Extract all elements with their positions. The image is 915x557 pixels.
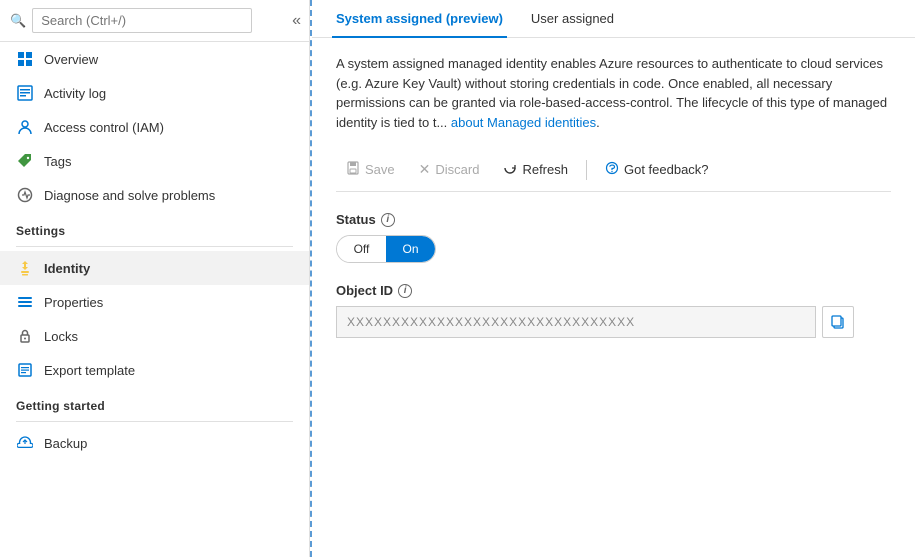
nav-identity[interactable]: Identity [0, 251, 309, 285]
description-text: A system assigned managed identity enabl… [336, 54, 891, 132]
object-id-field-section: Object ID i [336, 283, 891, 338]
nav-locks-label: Locks [44, 329, 78, 344]
nav-overview[interactable]: Overview [0, 42, 309, 76]
diagnose-icon [16, 186, 34, 204]
nav-access-control-label: Access control (IAM) [44, 120, 164, 135]
access-control-icon [16, 118, 34, 136]
nav-export-template[interactable]: Export template [0, 353, 309, 387]
toggle-on-option[interactable]: On [386, 236, 435, 262]
locks-icon [16, 327, 34, 345]
search-input[interactable] [32, 8, 252, 33]
tab-user-assigned[interactable]: User assigned [527, 1, 618, 38]
search-icon: 🔍 [10, 13, 26, 29]
nav-activity-log-label: Activity log [44, 86, 106, 101]
discard-button[interactable]: ✕ Discard [409, 156, 490, 183]
nav-properties-label: Properties [44, 295, 103, 310]
nav-identity-label: Identity [44, 261, 90, 276]
toggle-off-option[interactable]: Off [337, 236, 386, 262]
content-area: A system assigned managed identity enabl… [312, 38, 915, 557]
managed-identities-link[interactable]: about Managed identities [451, 115, 596, 130]
getting-started-divider [16, 421, 293, 422]
status-label: Status i [336, 212, 891, 227]
object-id-input[interactable] [336, 306, 816, 338]
toolbar-divider [586, 160, 587, 180]
sidebar: 🔍 « Overview Activity log Access control… [0, 0, 310, 557]
discard-label: Discard [435, 162, 479, 177]
refresh-button[interactable]: Refresh [493, 156, 578, 183]
refresh-label: Refresh [522, 162, 568, 177]
feedback-label: Got feedback? [624, 162, 709, 177]
properties-icon [16, 293, 34, 311]
nav-backup-label: Backup [44, 436, 87, 451]
nav-diagnose[interactable]: Diagnose and solve problems [0, 178, 309, 212]
nav-backup[interactable]: Backup [0, 426, 309, 460]
main-content: System assigned (preview) User assigned … [310, 0, 915, 557]
nav-locks[interactable]: Locks [0, 319, 309, 353]
save-label: Save [365, 162, 395, 177]
settings-divider [16, 246, 293, 247]
nav-overview-label: Overview [44, 52, 98, 67]
refresh-icon [503, 161, 517, 178]
tags-icon [16, 152, 34, 170]
tab-system-assigned[interactable]: System assigned (preview) [332, 1, 507, 38]
nav-tags-label: Tags [44, 154, 71, 169]
nav-export-template-label: Export template [44, 363, 135, 378]
settings-section-header: Settings [0, 212, 309, 242]
status-field-section: Status i Off On [336, 212, 891, 263]
status-toggle[interactable]: Off On [336, 235, 436, 263]
feedback-button[interactable]: Got feedback? [595, 156, 719, 183]
discard-icon: ✕ [419, 161, 431, 178]
activity-log-icon [16, 84, 34, 102]
search-box: 🔍 [0, 0, 309, 42]
getting-started-section-header: Getting started [0, 387, 309, 417]
nav-tags[interactable]: Tags [0, 144, 309, 178]
identity-icon [16, 259, 34, 277]
nav-activity-log[interactable]: Activity log [0, 76, 309, 110]
copy-object-id-button[interactable] [822, 306, 854, 338]
copy-icon [830, 314, 846, 330]
status-info-icon[interactable]: i [381, 213, 395, 227]
overview-icon [16, 50, 34, 68]
export-icon [16, 361, 34, 379]
feedback-icon [605, 161, 619, 178]
object-id-row [336, 306, 891, 338]
object-id-label: Object ID i [336, 283, 891, 298]
object-id-info-icon[interactable]: i [398, 284, 412, 298]
toolbar: Save ✕ Discard Refresh Got feedback? [336, 148, 891, 192]
backup-icon [16, 434, 34, 452]
nav-diagnose-label: Diagnose and solve problems [44, 188, 215, 203]
nav-properties[interactable]: Properties [0, 285, 309, 319]
save-button[interactable]: Save [336, 156, 405, 183]
save-icon [346, 161, 360, 178]
collapse-sidebar-button[interactable]: « [284, 8, 309, 34]
tab-bar: System assigned (preview) User assigned [312, 0, 915, 38]
nav-access-control[interactable]: Access control (IAM) [0, 110, 309, 144]
